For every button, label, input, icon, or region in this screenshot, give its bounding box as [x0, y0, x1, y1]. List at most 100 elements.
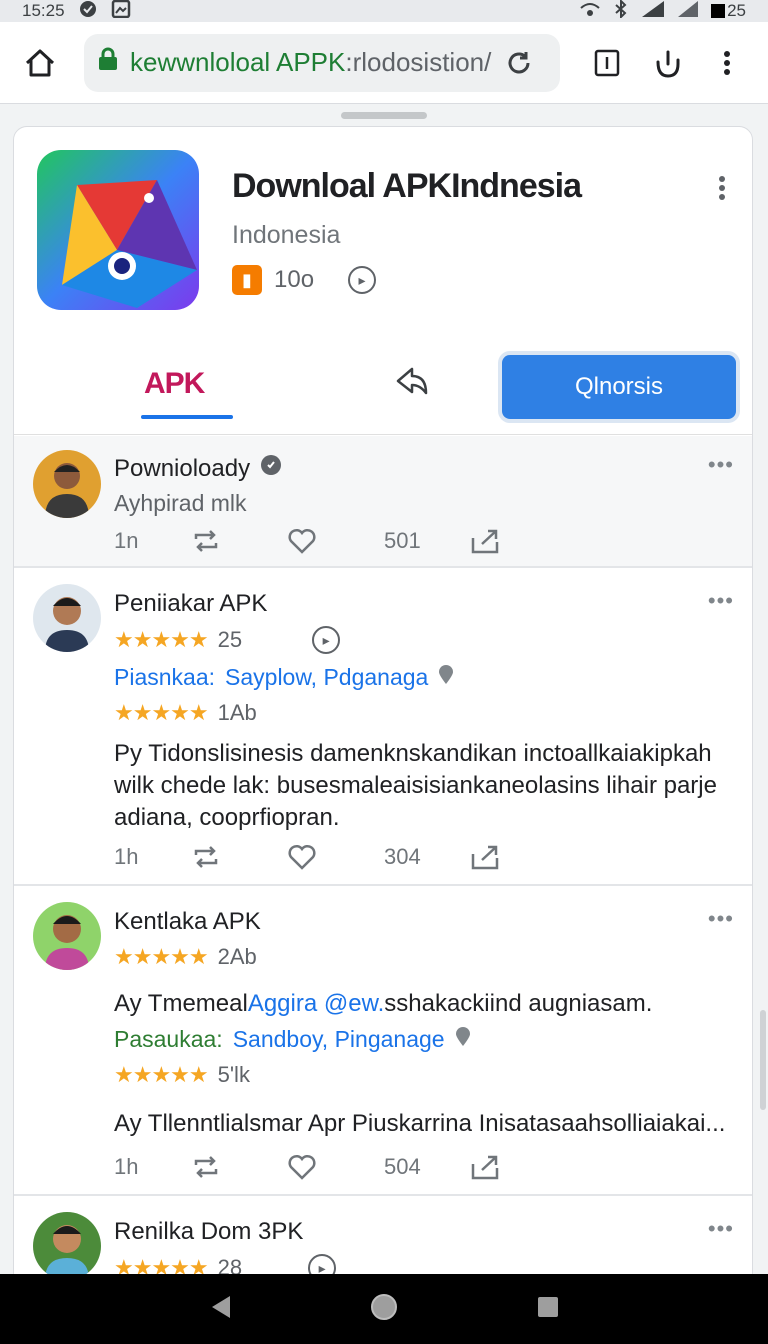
post-headline: Ay Tmemeal Aggira @ew. sshakackiind augn…	[114, 990, 652, 1018]
post-item[interactable]: Peniiakar APK ••• ★★★★★ 25 ▸ Piasnkaa: S…	[14, 570, 752, 886]
reload-icon[interactable]	[505, 49, 533, 77]
headline-link[interactable]: Aggira @ew.	[248, 990, 384, 1018]
share-icon[interactable]	[394, 365, 430, 402]
lock-icon	[98, 47, 118, 78]
like-count: 504	[384, 1154, 421, 1179]
scrollbar[interactable]	[760, 1010, 766, 1110]
post-body: Ay Tllenntlialsmar Apr Piuskarrina Inisa…	[114, 1110, 726, 1137]
home-icon[interactable]	[18, 40, 62, 86]
toolbar-right	[584, 40, 750, 86]
url-host: kewwnloloal APPK	[130, 47, 346, 77]
wifi-icon	[579, 0, 601, 23]
post-author: Pownioloady	[114, 454, 282, 483]
status-time: 15:25	[22, 1, 65, 20]
post-actions: 1h 304	[114, 844, 566, 870]
like-count: 304	[384, 844, 421, 869]
back-icon[interactable]	[208, 1294, 232, 1325]
status-left: 15:25	[22, 0, 131, 23]
post-time: 1n	[114, 528, 139, 553]
browser-toolbar: kewwnloloal APPK :rlodosistion/	[0, 22, 768, 104]
signal-icon-2	[677, 0, 699, 23]
app-card: Downloal APKIndnesia Indonesia ▮ 10o ▸ A…	[13, 126, 753, 1286]
status-right: 25	[579, 0, 746, 23]
star-rating-icon: ★★★★★	[114, 700, 209, 725]
post-author-name: Kentlaka APK	[114, 908, 261, 935]
verified-icon	[260, 454, 282, 483]
rating-row: ★★★★★ 25 ▸	[114, 626, 341, 654]
url-path: :rlodosistion/	[345, 47, 492, 77]
post-body: Py Tidonslisinesis damenknskandikan inct…	[114, 740, 717, 831]
app-badge-count: 10o	[274, 266, 315, 293]
location-link[interactable]: Sayplow, Pdganaga	[225, 664, 428, 691]
app-meta: ▮ 10o ▸	[232, 265, 377, 295]
share-box-icon[interactable]	[470, 844, 566, 870]
status-bar: 15:25 25	[0, 0, 768, 22]
star-rating-icon: ★★★★★	[114, 627, 209, 652]
post-item[interactable]: Kentlaka APK ••• ★★★★★ 2Ab Ay Tmemeal Ag…	[14, 888, 752, 1196]
avatar[interactable]	[33, 450, 101, 518]
share-hand-icon[interactable]	[644, 40, 690, 86]
app-more-icon[interactable]	[718, 175, 726, 206]
recents-icon[interactable]	[536, 1295, 560, 1324]
share-box-icon[interactable]	[470, 1154, 566, 1180]
tab-active-indicator	[141, 415, 233, 419]
app-title: Downloal APKIndnesia	[232, 167, 582, 205]
location-row: Piasnkaa: Sayplow, Pdganaga	[114, 664, 454, 691]
post-menu-icon[interactable]: •••	[708, 906, 734, 932]
app-header: Downloal APKIndnesia Indonesia ▮ 10o ▸ A…	[14, 127, 752, 435]
rating2-count: 1Ab	[217, 700, 257, 725]
like-count: 501	[384, 528, 421, 553]
post-time: 1h	[114, 844, 139, 869]
rating-count: 2Ab	[217, 944, 257, 969]
avatar[interactable]	[33, 584, 101, 652]
post-author-name: Renilka Dom 3PK	[114, 1218, 304, 1245]
post-menu-icon[interactable]: •••	[708, 452, 734, 478]
rating-row-2: ★★★★★ 5'lk	[114, 1062, 250, 1088]
sheet-handle[interactable]	[341, 112, 427, 119]
star-rating-icon: ★★★★★	[114, 944, 209, 969]
location-label: Pasaukaa:	[114, 1026, 223, 1052]
post-actions: 1h 504	[114, 1154, 566, 1180]
avatar[interactable]	[33, 902, 101, 970]
post-menu-icon[interactable]: •••	[708, 1216, 734, 1242]
tab-apk[interactable]: APK	[144, 367, 205, 401]
location-pin-icon	[455, 1026, 471, 1053]
post-time: 1h	[114, 1154, 139, 1179]
bluetooth-icon	[613, 0, 629, 23]
headline-rest: sshakackiind augniasam.	[384, 990, 653, 1017]
like-icon[interactable]	[288, 528, 384, 554]
repost-icon[interactable]	[192, 846, 288, 868]
location-pin-icon	[438, 664, 454, 691]
forward-circle-icon[interactable]: ▸	[312, 626, 341, 654]
home-nav-icon[interactable]	[369, 1292, 399, 1327]
location-link[interactable]: Sandboy, Pinganage	[233, 1026, 445, 1053]
post-item[interactable]: Pownioloady ••• Ayhpirad mlk 1n 501	[14, 436, 752, 568]
primary-action-button[interactable]: Qlnorsis	[502, 355, 736, 419]
headline-prefix: Ay Tmemeal	[114, 990, 248, 1017]
image-notification-icon	[111, 0, 131, 23]
share-box-icon[interactable]	[470, 528, 566, 554]
notification-icon	[77, 0, 99, 23]
post-menu-icon[interactable]: •••	[708, 588, 734, 614]
more-menu-icon[interactable]	[704, 40, 750, 86]
post-item[interactable]: Renilka Dom 3PK ••• ★★★★★ 28 ▸	[14, 1198, 752, 1285]
like-icon[interactable]	[288, 844, 384, 870]
content-rating-icon: ▮	[232, 265, 262, 295]
post-subtitle: Ayhpirad mlk	[114, 490, 247, 516]
star-rating-icon: ★★★★★	[114, 1062, 209, 1087]
like-icon[interactable]	[288, 1154, 384, 1180]
post-author-name: Peniiakar APK	[114, 590, 268, 617]
tabs-count-icon[interactable]	[584, 40, 630, 86]
avatar[interactable]	[33, 1212, 101, 1280]
tab-row: APK Qlnorsis	[14, 347, 752, 435]
app-subtitle: Indonesia	[232, 221, 341, 249]
repost-icon[interactable]	[192, 1156, 288, 1178]
forward-circle-icon[interactable]: ▸	[348, 266, 377, 294]
system-nav-bar	[0, 1274, 768, 1344]
repost-icon[interactable]	[192, 530, 288, 552]
address-bar[interactable]: kewwnloloal APPK :rlodosistion/	[84, 33, 560, 92]
location-label: Piasnkaa:	[114, 664, 216, 690]
battery-level: 25	[727, 1, 746, 20]
signal-icon	[641, 0, 665, 23]
rating-count: 25	[217, 627, 243, 652]
